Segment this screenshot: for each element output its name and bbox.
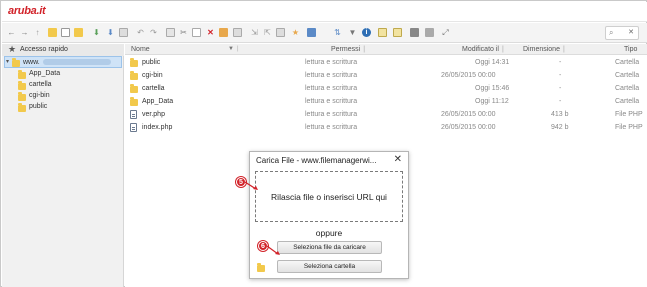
sort-icon[interactable]: ⇅ <box>333 28 342 37</box>
expand-arrow-icon[interactable]: ▾ <box>6 58 9 65</box>
folder-icon <box>130 84 138 93</box>
brand-logo: aruba.it <box>8 5 46 17</box>
duplicate-icon[interactable] <box>233 28 242 37</box>
upload-dialog: Carica File - www.filemanagerwi... ✕ Ril… <box>249 151 409 279</box>
dialog-title: Carica File - www.filemanagerwi... <box>256 156 377 165</box>
table-row[interactable]: ver.php lettura e scrittura 26/05/2015 0… <box>125 108 647 121</box>
view-icons-icon[interactable] <box>410 28 419 37</box>
or-label: oppure <box>315 228 343 238</box>
column-size[interactable]: Dimensione | <box>523 46 565 53</box>
extract-icon[interactable]: ⇲ <box>250 28 259 37</box>
folder-icon <box>12 58 20 67</box>
download-icon[interactable]: ⬇ <box>92 28 101 37</box>
folder-icon <box>18 92 26 101</box>
column-modified[interactable]: Modificato il | <box>462 46 504 53</box>
sidebar-item-public[interactable]: public <box>4 101 122 113</box>
favorite-icon[interactable]: ★ <box>291 28 300 37</box>
undo-icon[interactable]: ↶ <box>136 28 145 37</box>
sidebar-root-label: www. <box>23 59 40 66</box>
table-row[interactable]: public lettura e scrittura Oggi 14:31 - … <box>125 56 647 69</box>
folder-icon <box>130 71 138 80</box>
table-row[interactable]: cgi-bin lettura e scrittura 26/05/2015 0… <box>125 69 647 82</box>
fullscreen-icon[interactable]: ⤢ <box>441 28 450 37</box>
new-file-icon[interactable] <box>61 28 70 37</box>
info-icon[interactable]: i <box>362 28 371 37</box>
folder-icon <box>257 263 265 272</box>
app-window: aruba.it ← → ↑ ⬇ ⬇ ↶ ↷ ✂ ✕ ⇲ ⇱ ★ ⇅ ▼ i ⤢… <box>0 0 647 287</box>
brand-bar: aruba.it <box>2 2 647 22</box>
clipboard-icon[interactable] <box>119 28 128 37</box>
archive-icon[interactable]: ⇱ <box>263 28 272 37</box>
rename-icon[interactable] <box>219 28 228 37</box>
folder-icon <box>18 81 26 90</box>
view-details-icon[interactable] <box>425 28 434 37</box>
download-icon[interactable]: ⬇ <box>106 28 115 37</box>
search-input[interactable]: ⌕ ✕ <box>605 26 639 40</box>
cut-icon[interactable]: ✂ <box>179 28 188 37</box>
filter-icon[interactable]: ▼ <box>348 28 357 37</box>
folder-icon <box>130 97 138 106</box>
sidebar: ★ Accesso rapido ▾ www. App_Data cartell… <box>2 44 124 287</box>
drop-zone[interactable]: Rilascia file o inserisci URL qui <box>255 171 403 222</box>
select-all-icon[interactable] <box>307 28 316 37</box>
view-icon[interactable] <box>378 28 387 37</box>
annotation-arrow-icon <box>245 181 258 190</box>
back-arrow-icon[interactable]: ← <box>7 28 16 37</box>
php-file-icon <box>130 110 137 119</box>
redacted-domain <box>42 59 111 66</box>
paste-icon[interactable] <box>192 28 201 37</box>
php-file-icon <box>130 123 137 132</box>
search-file-icon[interactable] <box>276 28 285 37</box>
table-row[interactable]: App_Data lettura e scrittura Oggi 11:12 … <box>125 95 647 108</box>
redo-icon[interactable]: ↷ <box>149 28 158 37</box>
folder-icon <box>130 58 138 67</box>
table-row[interactable]: cartella lettura e scrittura Oggi 15:46 … <box>125 82 647 95</box>
drop-zone-text: Rilascia file o inserisci URL qui <box>271 191 387 202</box>
view-list-icon[interactable] <box>393 28 402 37</box>
search-icon: ⌕ <box>609 28 614 37</box>
copy-icon[interactable] <box>166 28 175 37</box>
forward-arrow-icon[interactable]: → <box>20 28 29 37</box>
sidebar-root-item[interactable]: ▾ www. <box>4 56 122 68</box>
annotation-arrow-icon <box>267 245 280 255</box>
clear-search-icon[interactable]: ✕ <box>628 28 634 36</box>
close-icon[interactable]: ✕ <box>394 154 402 165</box>
column-type[interactable]: Tipo <box>624 46 637 53</box>
select-files-button[interactable]: Seleziona file da caricare <box>277 241 382 254</box>
folder-icon <box>18 70 26 79</box>
sort-desc-icon[interactable]: ▼ | <box>228 46 239 52</box>
column-name[interactable]: Nome <box>131 46 150 53</box>
folder-icon <box>18 103 26 112</box>
toolbar: ← → ↑ ⬇ ⬇ ↶ ↷ ✂ ✕ ⇲ ⇱ ★ ⇅ ▼ i ⤢ ⌕ ✕ <box>2 23 647 43</box>
table-row[interactable]: index.php lettura e scrittura 26/05/2015… <box>125 121 647 134</box>
up-arrow-icon[interactable]: ↑ <box>33 28 42 37</box>
upload-icon[interactable] <box>74 28 83 37</box>
star-icon: ★ <box>8 44 17 54</box>
column-permissions[interactable]: Permessi | <box>331 46 365 53</box>
new-folder-icon[interactable] <box>48 28 57 37</box>
delete-icon[interactable]: ✕ <box>206 28 215 37</box>
file-list-header: Nome ▼ | Permessi | Modificato il | Dimensi… <box>125 44 647 55</box>
select-folder-button[interactable]: Seleziona cartella <box>277 260 382 273</box>
quick-access-header[interactable]: ★ Accesso rapido <box>2 44 124 56</box>
